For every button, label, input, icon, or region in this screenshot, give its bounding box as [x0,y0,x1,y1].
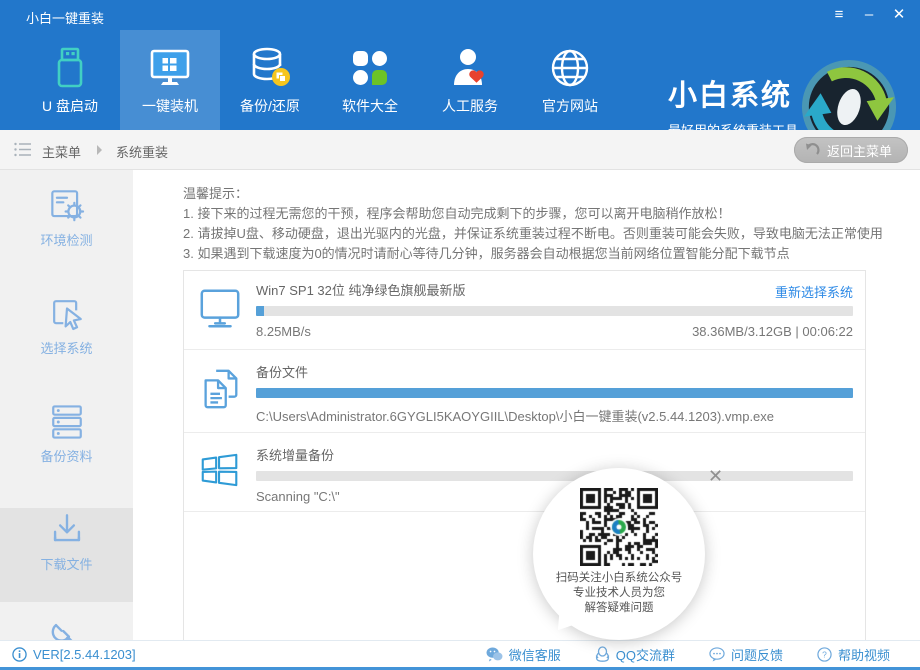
breadcrumb-arrow-icon [97,145,107,155]
sidebar-label: 选择系统 [0,338,133,357]
tip-line: 1. 接下来的过程无需您的干预，程序会帮助您自动完成剩下的步骤，您可以离开电脑稍… [183,204,883,224]
sidebar-item-backup-data[interactable]: 备份资料 [0,400,133,494]
window-title: 小白一键重装 [26,8,104,27]
usb-drive-icon [46,44,94,92]
breadcrumb-root[interactable]: 主菜单 [42,142,81,161]
sidebar-label: 环境检测 [0,230,133,249]
qr-text-line: 专业技术人员为您 [533,586,705,601]
download-progress-track [256,306,853,316]
backup-title: 备份文件 [256,362,853,381]
close-icon[interactable]: ✕ [884,0,914,30]
sidebar-item-download-files[interactable]: 下载文件 [0,508,133,602]
info-icon [12,647,27,662]
qq-group-link[interactable]: QQ交流群 [595,645,675,664]
tip-line: 3. 如果遇到下载速度为0的情况时请耐心等待几分钟，服务器会自动根据您当前网络位… [183,244,883,264]
nav-label: 人工服务 [420,96,520,116]
backup-data-icon [45,400,89,444]
nav-item-usb-boot[interactable]: U 盘启动 [20,30,120,130]
documents-icon [197,366,243,412]
select-system-icon [45,292,89,336]
tip-line: 2. 请拔掉U盘、移动硬盘，退出光驱内的光盘，并保证系统重装过程不断电。否则重装… [183,224,883,244]
software-clover-icon [346,44,394,92]
nav-label: 官方网站 [520,96,620,116]
nav-label: 软件大全 [320,96,420,116]
top-nav: U 盘启动 一键装机 [0,30,920,130]
app-window: 小白一键重装 ≡ – ✕ U 盘启动 [0,0,920,670]
nav-label: U 盘启动 [20,96,120,116]
footer-link-label: QQ交流群 [616,645,675,664]
feedback-bubble-icon [709,647,725,662]
person-heart-icon [446,44,494,92]
backup-progress-fill [256,388,853,398]
backup-progress-track [256,388,853,398]
main-content: 温馨提示： 1. 接下来的过程无需您的干预，程序会帮助您自动完成剩下的步骤，您可… [133,170,920,640]
nav-item-software[interactable]: 软件大全 [320,30,420,130]
qr-text-line: 扫码关注小白系统公众号 [533,571,705,586]
nav-item-backup-restore[interactable]: 备份/还原 [220,30,320,130]
sidebar-item-select-system[interactable]: 选择系统 [0,292,133,386]
back-button-label: 返回主菜单 [827,141,892,160]
brand-name: 小白系统 [668,72,798,114]
status-bar: VER[2.5.44.1203] 微信客服 [0,640,920,670]
minimize-icon[interactable]: – [854,0,884,30]
download-icon [45,508,89,552]
sidebar: 环境检测 选择系统 备份资料 [0,170,133,640]
version-text: VER[2.5.44.1203] [33,647,136,662]
monitor-outline-icon [197,285,243,331]
nav-item-human-service[interactable]: 人工服务 [420,30,520,130]
qr-popup: 扫码关注小白系统公众号 专业技术人员为您 解答疑难问题 [533,468,705,640]
breadcrumb-current: 系统重装 [116,142,168,161]
back-to-main-menu-button[interactable]: 返回主菜单 [794,137,908,163]
download-row: Win7 SP1 32位 纯净绿色旗舰最新版 重新选择系统 8.25MB/s 3… [184,271,865,350]
globe-icon [546,44,594,92]
qr-close-icon[interactable]: ✕ [708,466,723,487]
scan-title: 系统增量备份 [256,445,853,464]
tips-block: 温馨提示： 1. 接下来的过程无需您的干预，程序会帮助您自动完成剩下的步骤，您可… [183,184,883,264]
monitor-install-icon [146,44,194,92]
backup-path: C:\Users\Administrator.6GYGLI5KAOYGIIL\D… [256,406,774,425]
breadcrumb: 主菜单 系统重装 返回主菜单 [0,130,920,170]
download-title: Win7 SP1 32位 纯净绿色旗舰最新版 [256,280,853,299]
svg-text:?: ? [822,649,827,659]
wechat-support-link[interactable]: 微信客服 [486,645,561,664]
progress-panel: Win7 SP1 32位 纯净绿色旗舰最新版 重新选择系统 8.25MB/s 3… [183,270,866,670]
scan-status: Scanning "C:\" [256,489,340,504]
nav-item-official-site[interactable]: 官方网站 [520,30,620,130]
database-backup-icon [246,44,294,92]
menu-icon[interactable]: ≡ [824,0,854,30]
tips-title: 温馨提示： [183,184,883,204]
footer-link-label: 问题反馈 [731,645,783,664]
feedback-link[interactable]: 问题反馈 [709,645,783,664]
list-icon [14,142,32,157]
help-icon: ? [817,647,832,662]
help-video-link[interactable]: ? 帮助视频 [817,645,890,664]
qr-code [580,488,658,566]
qr-text-line: 解答疑难问题 [533,601,705,616]
footer-link-label: 帮助视频 [838,645,890,664]
sidebar-label: 下载文件 [0,554,133,573]
nav-label: 一键装机 [120,96,220,116]
download-speed: 8.25MB/s [256,324,311,339]
nav-item-one-click-install[interactable]: 一键装机 [120,30,220,130]
scan-row: 系统增量备份 Scanning "C:\" [184,433,865,512]
wechat-icon [486,647,503,662]
title-bar: 小白一键重装 ≡ – ✕ [0,0,920,30]
sidebar-label: 备份资料 [0,446,133,465]
reselect-system-link[interactable]: 重新选择系统 [775,282,853,301]
nav-label: 备份/还原 [220,96,320,116]
sidebar-item-env-check[interactable]: 环境检测 [0,184,133,278]
qq-icon [595,646,610,662]
windows-flag-icon [197,447,243,493]
back-arrow-icon [804,143,820,157]
brand: 小白系统 最好用的系统重装工具 [668,72,798,139]
footer-link-label: 微信客服 [509,645,561,664]
backup-row: 备份文件 C:\Users\Administrator.6GYGLI5KAOYG… [184,350,865,433]
version-block: VER[2.5.44.1203] [12,647,136,662]
env-check-icon [45,184,89,228]
download-progress-fill [256,306,264,316]
download-size-time: 38.36MB/3.12GB | 00:06:22 [692,324,853,339]
